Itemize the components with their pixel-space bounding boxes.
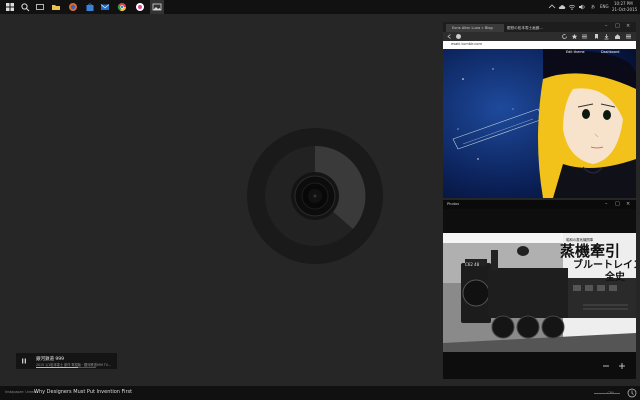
circular-clock-widget xyxy=(247,128,383,264)
zoom-out-icon[interactable] xyxy=(601,361,611,371)
home-icon[interactable] xyxy=(614,33,621,40)
maximize-icon[interactable]: □ xyxy=(615,23,620,29)
track-progress-bar[interactable] xyxy=(36,367,96,368)
photos-bottom-bar xyxy=(443,352,636,379)
download-icon[interactable] xyxy=(603,33,610,40)
language-indicator[interactable]: ENG xyxy=(600,4,609,9)
firefox-icon[interactable] xyxy=(68,2,78,12)
browser-toolbar xyxy=(443,32,636,41)
clock-date[interactable]: 21-Oct-2015 xyxy=(612,7,637,12)
chrome-icon[interactable] xyxy=(117,2,127,12)
back-icon[interactable] xyxy=(446,33,453,40)
address-bar[interactable]: esaki.tumblr.com xyxy=(443,41,636,49)
start-icon[interactable] xyxy=(5,2,15,12)
maximize-icon[interactable]: □ xyxy=(615,201,620,207)
magazine-headline: 蒸機牽引 xyxy=(560,242,621,260)
info-icon[interactable] xyxy=(455,33,462,40)
mail-icon[interactable] xyxy=(100,2,110,12)
wifi-icon[interactable] xyxy=(568,3,576,11)
star-icon[interactable] xyxy=(571,33,578,40)
cloud-icon[interactable] xyxy=(558,3,566,11)
now-playing-widget[interactable]: 銀河鉄道 999 2015 1/1松本零士 原作 電視版 · 銀河鉄道999 T… xyxy=(16,353,117,369)
folder-icon[interactable] xyxy=(51,2,61,12)
magazine-subheadline: ブルートレイン xyxy=(573,260,636,271)
bookmark-icon[interactable] xyxy=(593,33,600,40)
dashboard-link[interactable]: Dashboard xyxy=(601,50,619,54)
zoom-in-icon[interactable] xyxy=(617,361,627,371)
photos-title: Photos xyxy=(447,202,460,206)
photos-window[interactable]: Photos – □ × 昭和の蒸気機関車 蒸機牽引 ブルートレイン 全史 C6… xyxy=(443,200,636,379)
photos-titlebar: Photos – □ × xyxy=(443,200,636,209)
reading-list-icon[interactable] xyxy=(581,33,588,40)
chevron-up-icon[interactable] xyxy=(548,3,556,11)
edit-theme-link[interactable]: Edit theme xyxy=(566,50,585,54)
ime-indicator[interactable]: あ xyxy=(591,4,595,9)
close-icon[interactable]: × xyxy=(626,201,630,207)
minimize-icon[interactable]: – xyxy=(605,201,608,207)
tab-strip: Eons Allec Luna » Blog 銀鉄の松本零士画廊... – □ … xyxy=(443,22,636,32)
tumblr-page[interactable]: Edit theme Dashboard xyxy=(443,49,636,198)
search-icon[interactable] xyxy=(20,2,30,12)
cpu-meter xyxy=(594,393,620,394)
magazine-photo[interactable]: 昭和の蒸気機関車 蒸機牽引 ブルートレイン 全史 C62 48 xyxy=(443,233,636,352)
taskbar: あ ENG 10:27 PM 21-Oct-2015 xyxy=(0,0,640,14)
magazine-subheadline-2: 全史 xyxy=(605,272,625,283)
clock-time[interactable]: 10:27 PM xyxy=(614,1,633,6)
browser-tab[interactable]: Eons Allec Luna » Blog xyxy=(446,24,504,32)
browser-tab[interactable]: 銀鉄の松本零士画廊... xyxy=(501,24,563,32)
url-text[interactable]: esaki.tumblr.com xyxy=(451,42,482,46)
locomotive-number-plate: C62 48 xyxy=(465,262,480,267)
menu-icon[interactable] xyxy=(625,33,632,40)
itunes-icon[interactable] xyxy=(135,2,145,12)
store-icon[interactable] xyxy=(85,2,95,12)
browser-window[interactable]: Eons Allec Luna » Blog 銀鉄の松本零士画廊... – □ … xyxy=(443,22,636,198)
anime-illustration-image xyxy=(443,49,636,198)
minimize-icon[interactable]: – xyxy=(605,23,608,29)
instapaper-label: Instapaper: Unread xyxy=(5,390,38,394)
article-title[interactable]: Why Designers Must Put Invention First xyxy=(34,389,132,395)
power-icon[interactable] xyxy=(627,388,637,398)
refresh-icon[interactable] xyxy=(561,33,568,40)
close-icon[interactable]: × xyxy=(626,23,630,29)
pause-icon[interactable] xyxy=(19,356,29,366)
track-progress-fill xyxy=(36,367,78,368)
photos-icon[interactable] xyxy=(150,0,164,14)
volume-icon[interactable] xyxy=(578,3,586,11)
task-view-icon[interactable] xyxy=(35,2,45,12)
bottom-bar: Instapaper: Unread Why Designers Must Pu… xyxy=(0,386,640,400)
